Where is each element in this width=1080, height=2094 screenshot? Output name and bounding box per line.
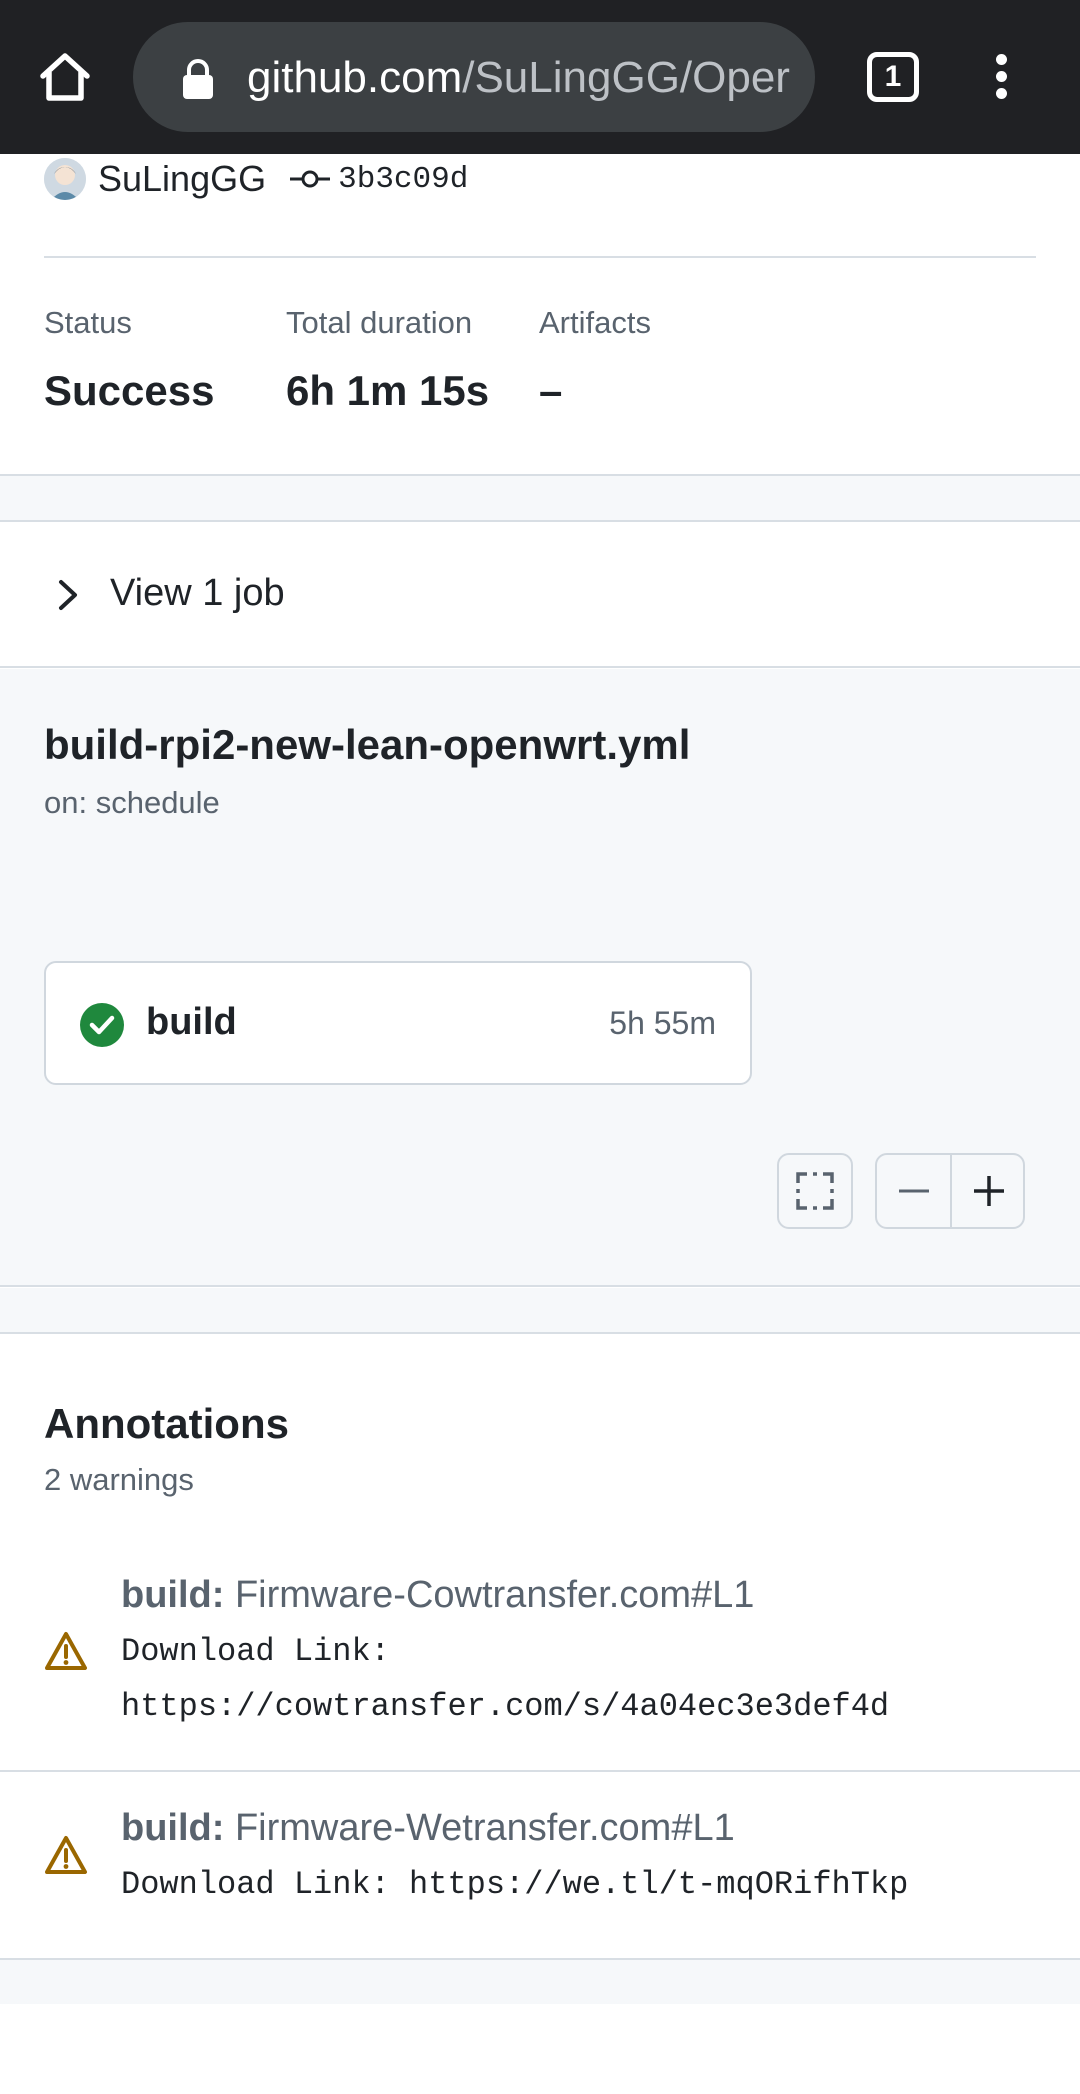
annotation-heading: build: Firmware-Wetransfer.com#L1	[121, 1807, 735, 1850]
avatar[interactable]	[44, 158, 86, 200]
artifacts-value: –	[539, 367, 563, 414]
section-gap	[0, 474, 1080, 522]
fullscreen-icon	[796, 1172, 834, 1210]
fullscreen-button[interactable]	[777, 1153, 853, 1229]
duration-label: Total duration	[286, 305, 473, 340]
divider	[44, 256, 1036, 258]
annotations-summary: 2 warnings	[44, 1462, 194, 1497]
home-button[interactable]	[30, 40, 100, 114]
plus-icon	[973, 1176, 1004, 1206]
browser-toolbar: github.com/SuLingGG/Oper 1	[0, 0, 1080, 154]
home-icon	[40, 53, 90, 101]
annotation-heading: build: Firmware-Cowtransfer.com#L1	[121, 1574, 754, 1617]
artifacts-stat: Artifacts –	[539, 305, 651, 415]
url-path: /SuLingGG/Oper	[462, 53, 790, 102]
status-value: Success	[44, 367, 215, 414]
chevron-right-icon	[59, 580, 77, 610]
workflow-file-name: build-rpi2-new-lean-openwrt.yml	[44, 721, 691, 768]
annotation-job: build:	[121, 1807, 225, 1849]
avatar-image	[44, 158, 86, 200]
kebab-menu-icon[interactable]	[984, 52, 1020, 102]
job-card-build[interactable]: build 5h 55m	[44, 961, 752, 1085]
duration-stat: Total duration 6h 1m 15s	[286, 305, 489, 415]
annotation-title[interactable]: Firmware-Wetransfer.com#L1	[235, 1807, 735, 1849]
status-stat: Status Success	[44, 305, 214, 415]
zoom-in-button[interactable]	[952, 1155, 1025, 1227]
minus-icon	[898, 1189, 929, 1193]
annotations-title: Annotations	[44, 1400, 289, 1447]
duration-value: 6h 1m 15s	[286, 367, 490, 414]
view-jobs-label: View 1 job	[110, 572, 285, 614]
actor-name[interactable]: SuLingGG	[98, 158, 266, 200]
url-domain: github.com	[247, 53, 463, 102]
check-circle-icon	[80, 1003, 124, 1047]
workflow-trigger: on: schedule	[44, 785, 220, 820]
commit-sha[interactable]: 3b3c09d	[338, 162, 468, 197]
git-commit-icon	[290, 170, 331, 188]
annotation-message: Download Link: https://cowtransfer.com/s…	[121, 1633, 890, 1725]
annotation-job: build:	[121, 1574, 225, 1616]
annotation-message: Download Link: https://we.tl/t-mqORifhTk…	[121, 1866, 909, 1903]
view-jobs-toggle[interactable]: View 1 job	[0, 522, 1080, 668]
alert-triangle-icon	[45, 1632, 87, 1670]
tab-switcher-button[interactable]: 1	[867, 52, 919, 102]
zoom-out-button[interactable]	[877, 1155, 950, 1227]
job-duration: 5h 55m	[609, 1005, 716, 1041]
run-meta-row: SuLingGG 3b3c09d	[44, 156, 468, 202]
status-label: Status	[44, 305, 132, 340]
section-gap	[0, 1960, 1080, 2004]
address-bar[interactable]: github.com/SuLingGG/Oper	[133, 22, 815, 132]
lock-icon	[183, 59, 213, 99]
workflow-graph: build-rpi2-new-lean-openwrt.yml on: sche…	[0, 669, 1080, 1287]
alert-triangle-icon	[45, 1836, 87, 1874]
annotation-title[interactable]: Firmware-Cowtransfer.com#L1	[235, 1574, 754, 1616]
zoom-controls	[875, 1153, 1025, 1229]
url-text: github.com/SuLingGG/Oper	[247, 50, 790, 106]
section-gap	[0, 1288, 1080, 1334]
divider	[0, 1770, 1080, 1772]
tab-count: 1	[884, 60, 902, 93]
job-name: build	[146, 1001, 237, 1043]
annotations-section: Annotations 2 warnings build: Firmware-C…	[0, 1334, 1080, 1960]
artifacts-label: Artifacts	[539, 305, 651, 340]
